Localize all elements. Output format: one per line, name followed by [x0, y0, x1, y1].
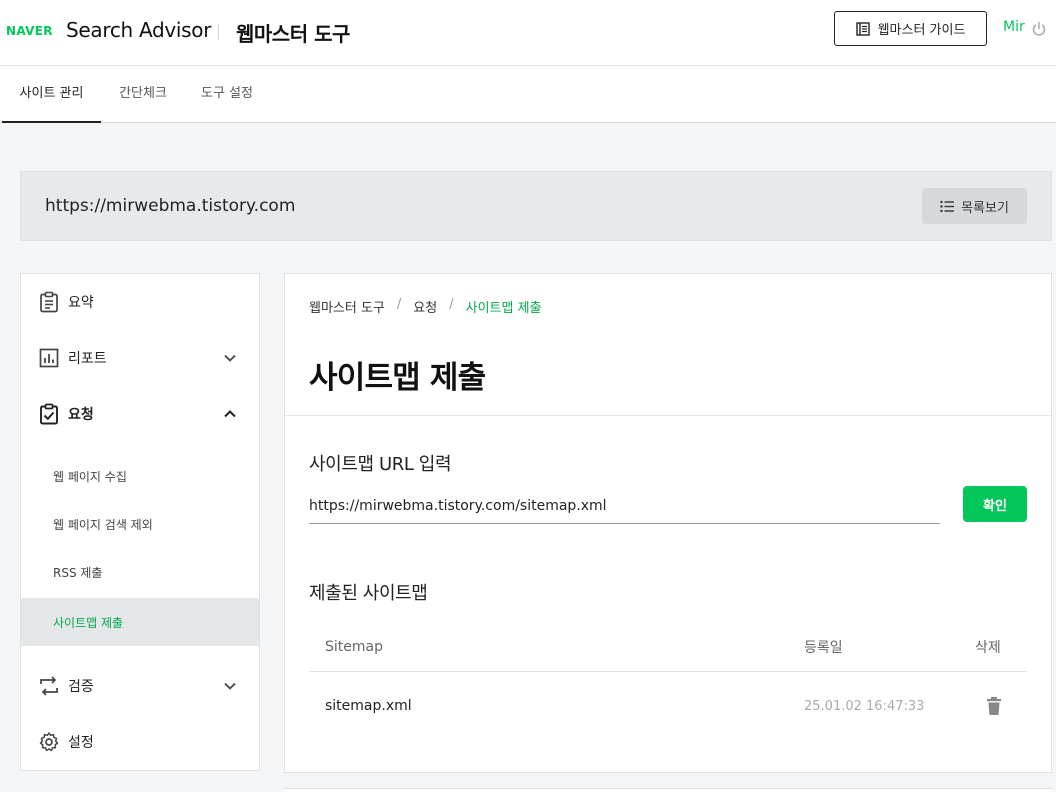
sitemap-file-name: sitemap.xml: [325, 698, 412, 714]
gear-icon: [39, 732, 59, 752]
naver-logo[interactable]: NAVER: [6, 24, 53, 38]
list-view-button[interactable]: 목록보기: [922, 188, 1027, 224]
title-divider: [285, 415, 1051, 416]
chart-icon: [39, 348, 59, 368]
submitted-sitemaps-title: 제출된 사이트맵: [309, 583, 428, 604]
breadcrumb-item-current: 사이트맵 제출: [465, 301, 542, 316]
sidebar-item-label: 요청: [68, 407, 94, 423]
breadcrumb-item-webmaster-tools[interactable]: 웹마스터 도구: [309, 297, 385, 316]
chevron-up-icon[interactable]: [222, 406, 238, 422]
sitemap-table: Sitemap 등록일 삭제 sitemap.xml 25.01.02 16:4…: [309, 622, 1027, 740]
breadcrumb-item-request[interactable]: 요청: [413, 297, 437, 316]
sidebar-subitem-page-exclude[interactable]: 웹 페이지 검색 제외: [21, 500, 259, 548]
sidebar-item-request[interactable]: 요청: [21, 388, 259, 440]
book-icon: [855, 21, 870, 36]
main-panel: 웹마스터 도구 / 요청 / 사이트맵 제출 사이트맵 제출 사이트맵 URL …: [284, 273, 1052, 773]
guide-button-label: 웹마스터 가이드: [877, 23, 966, 38]
confirm-button[interactable]: 확인: [963, 486, 1027, 522]
sidebar-subitem-sitemap-submit[interactable]: 사이트맵 제출: [21, 598, 259, 646]
column-header-delete: 삭제: [975, 639, 1001, 656]
delete-cell: [985, 672, 1003, 740]
chevron-down-icon[interactable]: [222, 678, 238, 694]
site-url: https://mirwebma.tistory.com: [45, 196, 296, 216]
url-section-title: 사이트맵 URL 입력: [309, 454, 452, 475]
product-name[interactable]: Search Advisor: [66, 18, 211, 42]
sidebar-subitem-rss-submit[interactable]: RSS 제출: [21, 548, 259, 596]
section-name[interactable]: 웹마스터 도구: [236, 18, 350, 47]
site-bar: https://mirwebma.tistory.com 목록보기: [20, 171, 1052, 241]
breadcrumb: 웹마스터 도구 / 요청 / 사이트맵 제출: [309, 297, 542, 316]
sidebar-item-label: 리포트: [68, 351, 107, 367]
sidebar-item-summary[interactable]: 요약: [21, 276, 259, 328]
tab-tool-settings[interactable]: 도구 설정: [186, 66, 268, 122]
sidebar: 요약 리포트 요청 웹 페이지 수집 웹 페이지 검색 제외 RSS 제출 사이…: [20, 273, 260, 771]
sitemap-registered-date: 25.01.02 16:47:33: [804, 698, 925, 714]
breadcrumb-separator: /: [396, 297, 402, 312]
top-header: NAVER Search Advisor 웹마스터 도구 웹마스터 가이드 Mi…: [0, 0, 1056, 66]
sidebar-item-report[interactable]: 리포트: [21, 332, 259, 384]
clipboard-icon: [40, 291, 58, 313]
repeat-icon: [40, 676, 58, 696]
tab-site-management[interactable]: 사이트 관리: [2, 66, 101, 123]
sidebar-item-settings[interactable]: 설정: [21, 716, 259, 768]
page-title: 사이트맵 제출: [309, 360, 486, 396]
sidebar-subitem-page-crawl[interactable]: 웹 페이지 수집: [21, 452, 259, 500]
user-name[interactable]: Mir: [1003, 19, 1025, 35]
list-icon: [940, 200, 955, 212]
sitemap-url-input[interactable]: [309, 488, 940, 524]
next-panel-edge: [284, 788, 1052, 792]
column-header-date: 등록일: [804, 639, 843, 656]
power-icon[interactable]: [1031, 21, 1047, 37]
sidebar-item-label: 설정: [68, 735, 94, 751]
chevron-down-icon[interactable]: [222, 350, 238, 366]
table-header-row: Sitemap 등록일 삭제: [309, 622, 1027, 672]
tab-quick-check[interactable]: 간단체크: [106, 66, 180, 122]
sidebar-item-verify[interactable]: 검증: [21, 660, 259, 712]
clipboard-check-icon: [40, 403, 58, 425]
sidebar-item-label: 검증: [68, 679, 94, 695]
main-tabs: 사이트 관리 간단체크 도구 설정: [0, 66, 1056, 123]
column-header-sitemap: Sitemap: [325, 638, 383, 655]
webmaster-guide-button[interactable]: 웹마스터 가이드: [834, 11, 987, 46]
table-row: sitemap.xml 25.01.02 16:47:33: [309, 672, 1027, 740]
trash-icon[interactable]: [985, 696, 1003, 716]
header-divider: [218, 24, 219, 40]
breadcrumb-separator: /: [449, 297, 454, 312]
sidebar-item-label: 요약: [68, 295, 94, 311]
list-button-label: 목록보기: [961, 200, 1009, 216]
